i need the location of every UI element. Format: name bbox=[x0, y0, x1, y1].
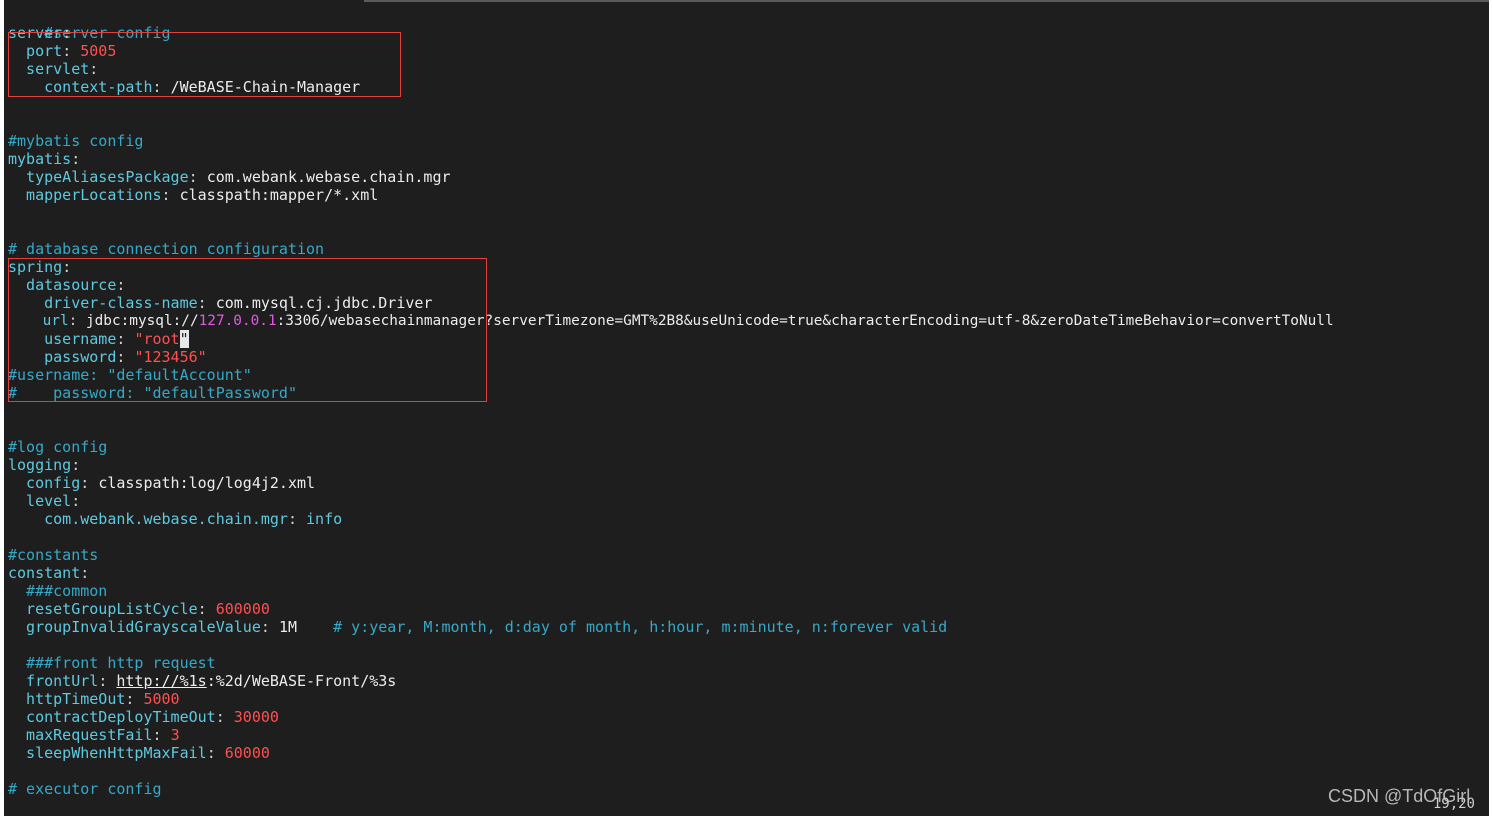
yaml-key: constant bbox=[8, 564, 81, 582]
punctuation: : bbox=[98, 672, 117, 690]
string-value: 1M bbox=[278, 618, 334, 636]
code-line: logging: bbox=[8, 456, 80, 474]
punctuation: : bbox=[161, 186, 180, 204]
url-link[interactable]: http://%1s bbox=[116, 672, 206, 690]
comment-text: ###common bbox=[8, 582, 108, 600]
punctuation: : bbox=[206, 744, 225, 762]
code-line: config: classpath:log/log4j2.xml bbox=[8, 474, 315, 492]
code-line: # executor config bbox=[8, 780, 162, 798]
string-value: classpath:mapper/*.xml bbox=[179, 186, 379, 204]
yaml-key: com.webank.webase.chain.mgr bbox=[8, 510, 288, 528]
punctuation: : bbox=[260, 618, 279, 636]
yaml-key: mybatis bbox=[8, 150, 72, 168]
string-value: :%2d/WeBASE-Front/%3s bbox=[206, 672, 397, 690]
number-value: 600000 bbox=[215, 600, 270, 618]
code-line: ###front http request bbox=[8, 654, 216, 672]
code-line: sleepWhenHttpMaxFail: 60000 bbox=[8, 744, 270, 762]
code-line: typeAliasesPackage: com.webank.webase.ch… bbox=[8, 168, 451, 186]
code-line: maxRequestFail: 3 bbox=[8, 726, 180, 744]
code-line: mybatis: bbox=[8, 150, 80, 168]
code-line: httpTimeOut: 5000 bbox=[8, 690, 180, 708]
yaml-key: resetGroupListCycle bbox=[8, 600, 198, 618]
code-line: #server config bbox=[8, 6, 170, 42]
string-value: com.webank.webase.chain.mgr bbox=[206, 168, 451, 186]
punctuation: : bbox=[80, 474, 99, 492]
string-value: classpath:log/log4j2.xml bbox=[98, 474, 316, 492]
yaml-key: typeAliasesPackage bbox=[8, 168, 189, 186]
punctuation: : bbox=[71, 456, 81, 474]
comment-text: #mybatis config bbox=[8, 132, 144, 150]
punctuation: : bbox=[197, 600, 216, 618]
number-value: 3 bbox=[170, 726, 180, 744]
code-line: com.webank.webase.chain.mgr: info bbox=[8, 510, 342, 528]
number-value: 5000 bbox=[143, 690, 180, 708]
code-line: level: bbox=[8, 492, 80, 510]
comment-text: #constants bbox=[8, 546, 99, 564]
punctuation: : bbox=[80, 564, 90, 582]
code-line: # database connection configuration bbox=[8, 240, 324, 258]
comment-text: # database connection configuration bbox=[8, 240, 325, 258]
punctuation: : bbox=[287, 510, 307, 528]
server-config-highlight-box bbox=[8, 32, 401, 97]
comment-text: # executor config bbox=[8, 780, 162, 798]
csdn-watermark: CSDN @TdOfGirl bbox=[1328, 786, 1471, 806]
yaml-key: sleepWhenHttpMaxFail bbox=[8, 744, 207, 762]
punctuation: : bbox=[71, 492, 81, 510]
yaml-key: contractDeployTimeOut bbox=[8, 708, 216, 726]
number-value: 30000 bbox=[233, 708, 279, 726]
level-value: info bbox=[306, 510, 343, 528]
code-line: #constants bbox=[8, 546, 98, 564]
code-line: ###common bbox=[8, 582, 107, 600]
code-line: frontUrl: http://%1s:%2d/WeBASE-Front/%3… bbox=[8, 672, 396, 690]
yaml-key: frontUrl bbox=[8, 672, 99, 690]
yaml-key: logging bbox=[8, 456, 72, 474]
comment-text: #log config bbox=[8, 438, 108, 456]
yaml-key: mapperLocations bbox=[8, 186, 162, 204]
comment-text: # y:year, M:month, d:day of month, h:hou… bbox=[333, 618, 948, 636]
punctuation: : bbox=[215, 708, 234, 726]
comment-text: ###front http request bbox=[8, 654, 216, 672]
yaml-key: groupInvalidGrayscaleValue bbox=[8, 618, 261, 636]
code-line: #log config bbox=[8, 438, 107, 456]
code-line: resetGroupListCycle: 600000 bbox=[8, 600, 270, 618]
datasource-highlight-box bbox=[8, 258, 487, 402]
punctuation: : bbox=[152, 726, 171, 744]
terminal-window[interactable]: #server config server: port: 5005 servle… bbox=[4, 0, 1489, 816]
yaml-key: httpTimeOut bbox=[8, 690, 126, 708]
punctuation: : bbox=[125, 690, 144, 708]
code-line: mapperLocations: classpath:mapper/*.xml bbox=[8, 186, 378, 204]
code-line: groupInvalidGrayscaleValue: 1M # y:year,… bbox=[8, 618, 947, 636]
yaml-key: config bbox=[8, 474, 81, 492]
yaml-key: maxRequestFail bbox=[8, 726, 153, 744]
code-line: contractDeployTimeOut: 30000 bbox=[8, 708, 279, 726]
code-line: constant: bbox=[8, 564, 89, 582]
code-line: #mybatis config bbox=[8, 132, 143, 150]
punctuation: : bbox=[71, 150, 81, 168]
punctuation: : bbox=[188, 168, 207, 186]
window-top-border bbox=[364, 0, 1489, 2]
number-value: 60000 bbox=[224, 744, 270, 762]
yaml-key: level bbox=[8, 492, 72, 510]
